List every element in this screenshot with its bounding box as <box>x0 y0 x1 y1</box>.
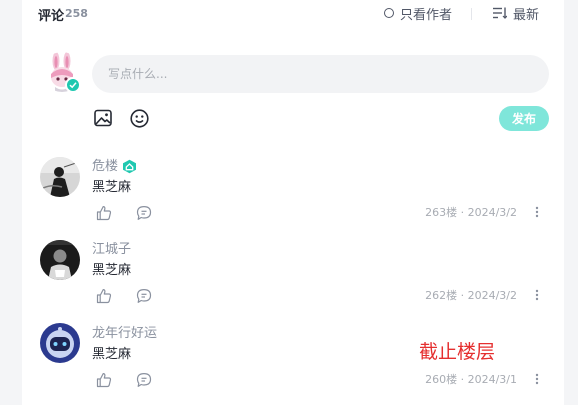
robot-avatar-image <box>40 323 80 363</box>
cutoff-floor-annotation: 截止楼层 <box>419 341 496 363</box>
comment-text: 黑芝麻 <box>92 180 132 195</box>
commenter-avatar[interactable] <box>40 157 80 197</box>
level-house-badge-icon <box>123 159 136 174</box>
more-options-button[interactable] <box>532 204 542 220</box>
image-icon <box>94 109 112 127</box>
meta-separator: · <box>460 373 465 386</box>
more-options-button[interactable] <box>532 287 542 303</box>
comment-icon <box>136 289 152 303</box>
thumbs-up-icon <box>96 373 112 388</box>
meta-separator: · <box>460 206 465 219</box>
publish-button[interactable]: 发布 <box>499 106 549 131</box>
like-button[interactable] <box>95 287 113 305</box>
comment-icon <box>136 206 152 220</box>
reply-button[interactable] <box>135 287 153 305</box>
floor-number: 262楼 <box>425 289 458 302</box>
sort-latest-button[interactable]: 最新 <box>493 4 540 23</box>
floor-number: 260楼 <box>425 373 458 386</box>
comment-icon <box>136 373 152 387</box>
thumbs-up-icon <box>96 289 112 304</box>
comment-text: 黑芝麻 <box>92 347 132 362</box>
commenter-name[interactable]: 江城子 <box>92 242 131 258</box>
comment-input[interactable] <box>92 55 549 93</box>
commenter-avatar[interactable] <box>40 240 80 280</box>
insert-emoji-button[interactable] <box>128 107 150 129</box>
ink-figure-avatar-image <box>40 157 80 197</box>
commenter-name[interactable]: 龙年行好运 <box>92 326 157 342</box>
comment-date: 2024/3/2 <box>467 206 517 219</box>
meta-separator: · <box>460 289 465 302</box>
more-vertical-icon <box>535 206 539 218</box>
comment-meta: 260楼 · 2024/3/1 <box>425 373 517 387</box>
insert-image-button[interactable] <box>92 107 114 129</box>
comment-date: 2024/3/1 <box>467 373 517 386</box>
reply-button[interactable] <box>135 371 153 389</box>
reply-button[interactable] <box>135 204 153 222</box>
more-options-button[interactable] <box>532 371 542 387</box>
floor-number: 263楼 <box>425 206 458 219</box>
comment-text: 黑芝麻 <box>92 263 132 278</box>
author-only-label: 只看作者 <box>400 7 453 23</box>
like-button[interactable] <box>95 204 113 222</box>
comment-panel: 评论 258 只看作者 最新 写点什么... 发布 危楼 黑芝麻 263楼 · … <box>22 0 564 405</box>
comment-meta: 262楼 · 2024/3/2 <box>425 289 517 303</box>
like-button[interactable] <box>95 371 113 389</box>
commenter-avatar[interactable] <box>40 323 80 363</box>
verified-badge <box>65 77 81 93</box>
sort-label: 最新 <box>513 7 540 23</box>
comments-title: 评论 <box>38 9 65 24</box>
author-only-toggle[interactable]: 只看作者 <box>384 4 453 23</box>
header-divider <box>471 8 472 20</box>
checkmark-icon <box>69 82 77 89</box>
more-vertical-icon <box>535 373 539 385</box>
comment-meta: 263楼 · 2024/3/2 <box>425 206 517 220</box>
thumbs-up-icon <box>96 206 112 221</box>
comment-date: 2024/3/2 <box>467 289 517 302</box>
emoji-icon <box>129 108 149 128</box>
person-photo-avatar-image <box>40 240 80 280</box>
sort-lines-icon <box>493 7 507 19</box>
commenter-name[interactable]: 危楼 <box>92 159 118 175</box>
more-vertical-icon <box>535 289 539 301</box>
radio-circle-icon <box>384 8 394 18</box>
comments-count: 258 <box>65 7 88 20</box>
